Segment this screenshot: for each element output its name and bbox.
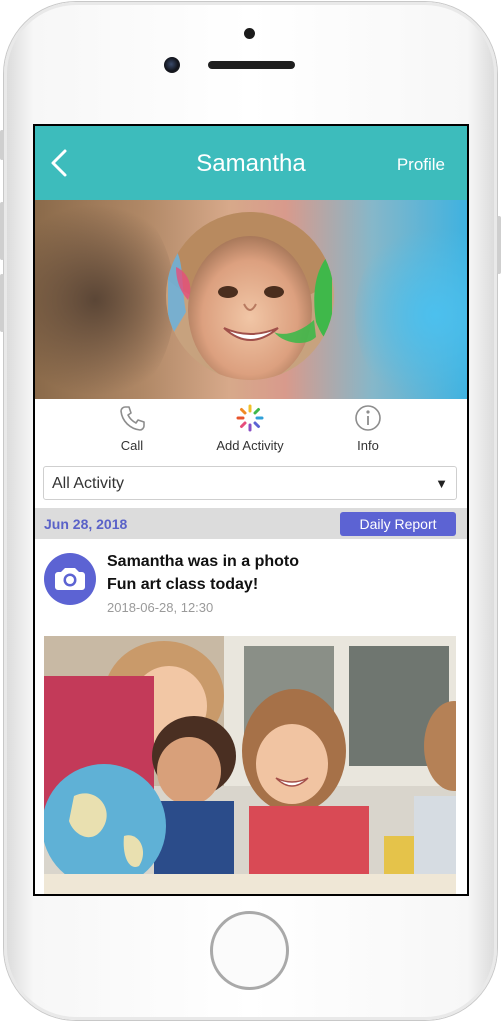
info-label: Info [357,438,379,453]
add-activity-button[interactable]: Add Activity [195,399,305,461]
avatar-photo [166,212,334,380]
activity-caption: Fun art class today! [107,576,259,593]
info-button[interactable]: Info [313,399,423,461]
date-header: Jun 28, 2018 Daily Report [35,508,467,539]
phone-volume-up [0,202,4,260]
activity-title: Samantha was in a photo [107,553,300,570]
home-button[interactable] [210,911,289,990]
banner-blur-right [355,220,467,399]
activity-filter-value: All Activity [52,475,125,492]
daily-report-button[interactable]: Daily Report [340,512,456,536]
activity-filter-dropdown[interactable]: All Activity ▼ [43,466,457,500]
phone-side-button [0,130,4,160]
front-camera [164,57,180,73]
activity-entry[interactable]: Samantha was in a photo Fun art class to… [35,539,467,619]
banner-blur-left [35,200,175,399]
activity-timestamp: 2018-06-28, 12:30 [107,600,214,615]
activity-type-badge [44,553,96,605]
nav-bar: Samantha Profile [35,126,467,200]
feed-date: Jun 28, 2018 [44,516,128,532]
add-activity-label: Add Activity [216,438,284,453]
activity-photo[interactable] [44,636,456,894]
quick-actions: Call Add Activity Info [35,399,467,461]
app-screen: Samantha Profile Call Add Activity Info … [35,126,467,894]
profile-link[interactable]: Profile [397,155,445,175]
add-activity-icon [236,404,264,432]
profile-banner [35,200,467,399]
classroom-photo [44,636,456,894]
dropdown-caret-icon: ▼ [435,476,448,491]
phone-icon [120,406,145,431]
earpiece-speaker [208,61,295,69]
call-button[interactable]: Call [77,399,187,461]
call-label: Call [120,438,144,453]
phone-power-button [497,216,501,274]
screen: Samantha Profile Call Add Activity Info … [33,124,469,896]
camera-icon [55,568,85,590]
info-icon [355,405,381,431]
avatar[interactable] [166,212,334,380]
proximity-sensor [244,28,255,39]
phone-volume-down [0,274,4,332]
